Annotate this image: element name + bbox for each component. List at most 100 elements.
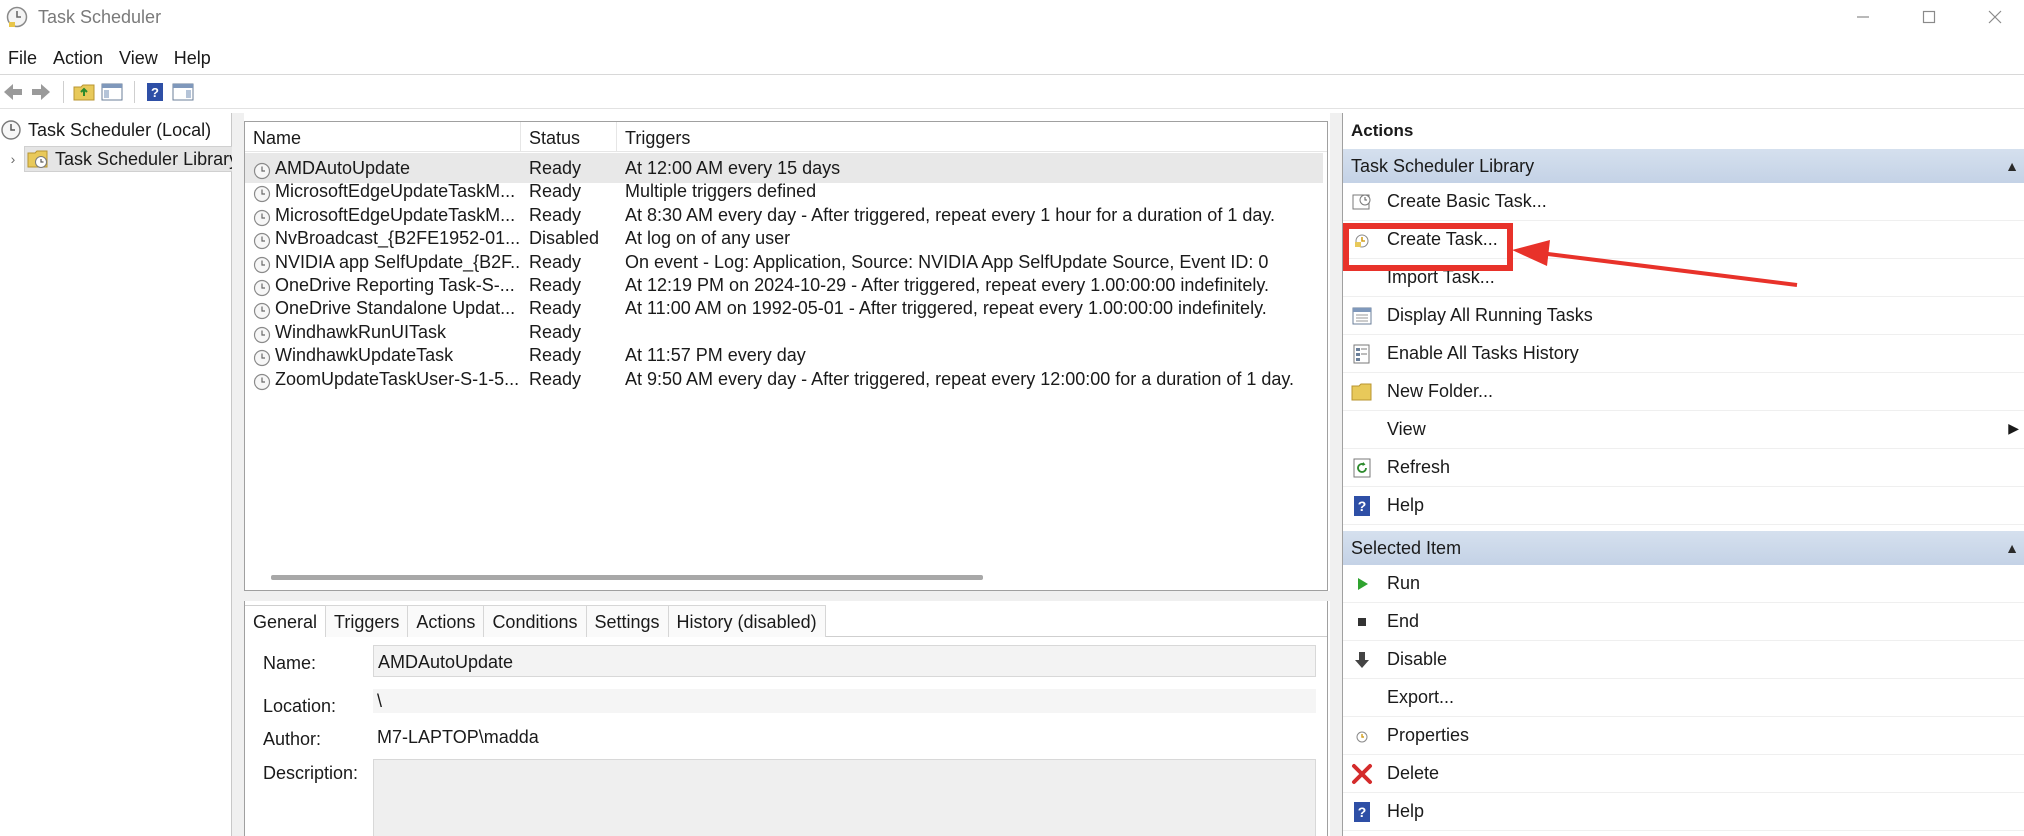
actions-pane: Actions Task Scheduler Library ▲ Create … — [1342, 113, 2024, 836]
task-list: Name Status Triggers AMDAutoUpdate Ready A… — [244, 121, 1328, 591]
action-display-all-running-tasks[interactable]: Display All Running Tasks — [1343, 297, 2024, 335]
left-splitter[interactable] — [232, 113, 244, 836]
forward-button[interactable] — [28, 79, 54, 105]
author-field[interactable]: M7-LAPTOP\madda — [373, 721, 1316, 753]
tree-item-root[interactable]: Task Scheduler (Local) — [0, 117, 211, 143]
column-header-status[interactable]: Status — [521, 122, 617, 152]
column-header-name[interactable]: Name — [245, 122, 521, 152]
action-end[interactable]: End — [1343, 603, 2024, 641]
task-clock-icon — [253, 276, 271, 297]
menu-file[interactable]: File — [0, 44, 45, 72]
tab-general[interactable]: General — [245, 605, 327, 637]
collapse-icon[interactable]: ▲ — [2005, 531, 2019, 565]
disable-icon — [1351, 649, 1373, 671]
delete-icon — [1351, 763, 1373, 785]
maximize-button[interactable] — [1896, 0, 1962, 34]
history-icon — [1351, 343, 1373, 365]
name-field[interactable]: AMDAutoUpdate — [373, 645, 1316, 677]
tree-root-label: Task Scheduler (Local) — [28, 119, 212, 140]
action-label: Delete — [1387, 763, 1440, 783]
action-label: New Folder... — [1387, 381, 1494, 401]
task-clock-icon — [253, 299, 271, 320]
menu-bar: File Action View Help — [0, 44, 219, 72]
blank-icon — [1351, 419, 1373, 441]
menu-view[interactable]: View — [111, 44, 166, 72]
end-icon — [1351, 611, 1373, 633]
toolbar-divider — [0, 108, 2024, 109]
column-header-triggers[interactable]: Triggers — [617, 122, 1317, 152]
action-label: End — [1387, 611, 1420, 631]
blank-icon — [1351, 687, 1373, 709]
tab-settings[interactable]: Settings — [585, 605, 669, 637]
action-export[interactable]: Export... — [1343, 679, 2024, 717]
horizontal-scrollbar[interactable] — [271, 575, 983, 580]
action-label: Run — [1387, 573, 1421, 593]
description-field[interactable] — [373, 759, 1316, 836]
description-label: Description: — [263, 763, 359, 783]
action-label: Refresh — [1387, 457, 1451, 477]
details-splitter[interactable] — [244, 591, 1330, 601]
action-label: Display All Running Tasks — [1387, 305, 1593, 325]
task-scheduler-icon — [6, 6, 28, 28]
action-refresh[interactable]: Refresh — [1343, 449, 2024, 487]
action-enable-all-tasks-history[interactable]: Enable All Tasks History — [1343, 335, 2024, 373]
action-run[interactable]: Run — [1343, 565, 2024, 603]
details-tabs: General Triggers Actions Conditions Sett… — [245, 605, 1327, 637]
table-row[interactable]: ZoomUpdateTaskUser-S-1-5... Ready At 9:50 … — [245, 364, 1323, 394]
group-header-selected-label: Selected Item — [1351, 538, 1462, 558]
minimize-button[interactable] — [1830, 0, 1896, 34]
tab-actions[interactable]: Actions — [407, 605, 485, 637]
action-label: Create Basic Task... — [1387, 191, 1547, 211]
action-delete[interactable]: Delete — [1343, 755, 2024, 793]
tab-triggers[interactable]: Triggers — [325, 605, 409, 637]
action-help[interactable]: ? Help — [1343, 793, 2024, 831]
right-splitter[interactable] — [1330, 113, 1342, 836]
action-create-basic-task[interactable]: Create Basic Task... — [1343, 183, 2024, 221]
tab-history[interactable]: History (disabled) — [667, 605, 826, 637]
action-label: Enable All Tasks History — [1387, 343, 1579, 363]
tree-item-library[interactable]: › Task Scheduler Library — [4, 146, 244, 172]
submenu-arrow-icon: ▶ — [2008, 420, 2019, 436]
help-icon[interactable]: ? — [142, 79, 168, 105]
action-label: Properties — [1387, 725, 1470, 745]
back-button[interactable] — [0, 79, 26, 105]
menu-help[interactable]: Help — [166, 44, 219, 72]
chevron-right-icon[interactable]: › — [4, 151, 22, 167]
action-help[interactable]: ? Help — [1343, 487, 2024, 525]
menu-divider — [0, 74, 2024, 75]
action-label: Export... — [1387, 687, 1455, 707]
show-hide-action-pane-icon[interactable] — [170, 79, 196, 105]
folder-clock-icon — [27, 148, 49, 170]
task-status: Ready — [529, 368, 582, 389]
name-label: Name: — [263, 653, 317, 673]
group-header-library[interactable]: Task Scheduler Library ▲ — [1343, 149, 2024, 183]
up-folder-icon[interactable] — [71, 79, 97, 105]
help-icon: ? — [1351, 801, 1373, 823]
refresh-icon — [1351, 457, 1373, 479]
tree-library-label: Task Scheduler Library — [55, 148, 239, 169]
collapse-icon[interactable]: ▲ — [2005, 149, 2019, 183]
show-hide-console-tree-icon[interactable] — [99, 79, 125, 105]
action-view[interactable]: View ▶ — [1343, 411, 2024, 449]
title-bar: Task Scheduler — [0, 0, 2024, 34]
close-button[interactable] — [1962, 0, 2024, 34]
highlight-box — [1343, 223, 1513, 271]
action-properties[interactable]: Properties — [1343, 717, 2024, 755]
menu-action[interactable]: Action — [45, 44, 111, 72]
toolbar-separator — [134, 81, 135, 103]
svg-text:?: ? — [151, 85, 159, 100]
task-list-header: Name Status Triggers — [245, 122, 1327, 152]
task-clock-icon — [253, 229, 271, 250]
properties-icon — [1351, 725, 1373, 747]
console-tree: Task Scheduler (Local) › Task Scheduler … — [0, 113, 244, 836]
window-title: Task Scheduler — [38, 7, 162, 27]
group-header-selected-item[interactable]: Selected Item ▲ — [1343, 531, 2024, 565]
task-clock-icon — [253, 253, 271, 273]
task-clock-icon — [253, 346, 271, 367]
create-basic-task-icon — [1351, 191, 1373, 213]
tab-conditions[interactable]: Conditions — [483, 605, 587, 637]
location-field[interactable]: \ — [373, 689, 1316, 713]
action-new-folder[interactable]: New Folder... — [1343, 373, 2024, 411]
svg-text:?: ? — [1358, 804, 1367, 820]
action-disable[interactable]: Disable — [1343, 641, 2024, 679]
